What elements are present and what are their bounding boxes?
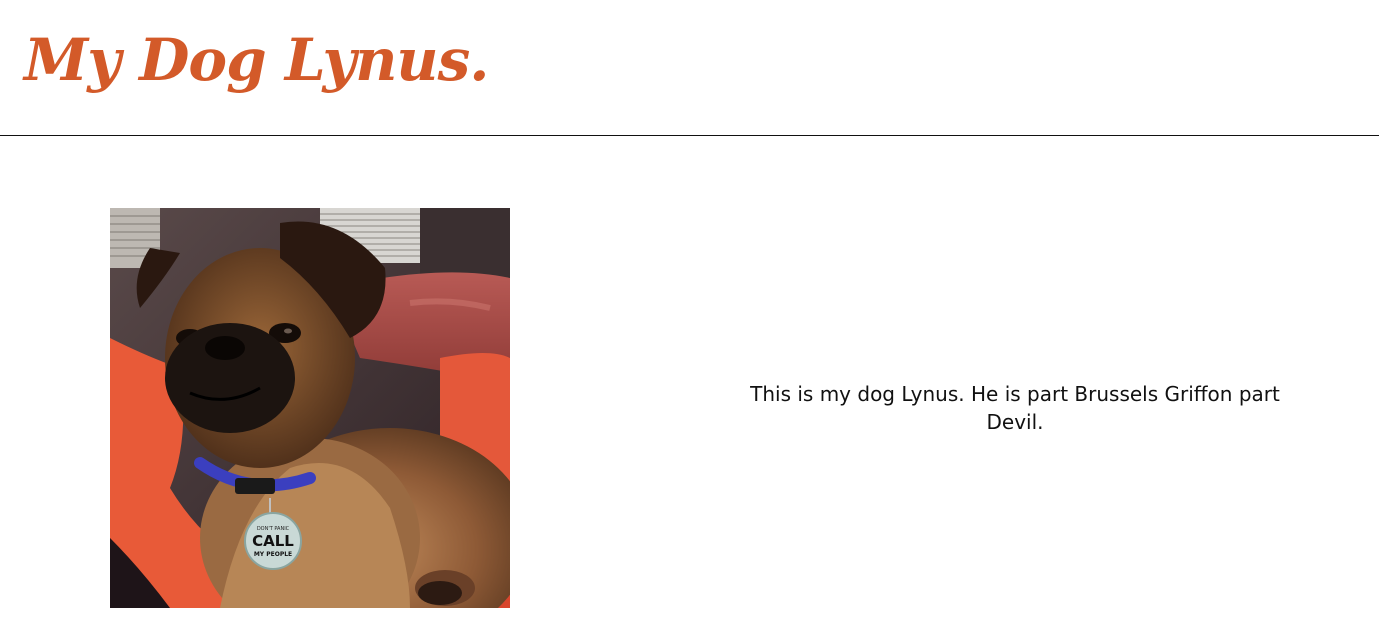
site-header: My Dog Lynus. (0, 0, 1379, 136)
tag-text-bottom: MY PEOPLE (254, 551, 292, 558)
bio-text: This is my dog Lynus. He is part Brussel… (750, 382, 1280, 434)
tag-text-main: CALL (252, 532, 294, 550)
site-title: My Dog Lynus. (24, 26, 489, 94)
dog-photo: DON'T PANIC CALL MY PEOPLE (110, 208, 510, 608)
main-content: DON'T PANIC CALL MY PEOPLE This is my do… (0, 137, 1379, 634)
